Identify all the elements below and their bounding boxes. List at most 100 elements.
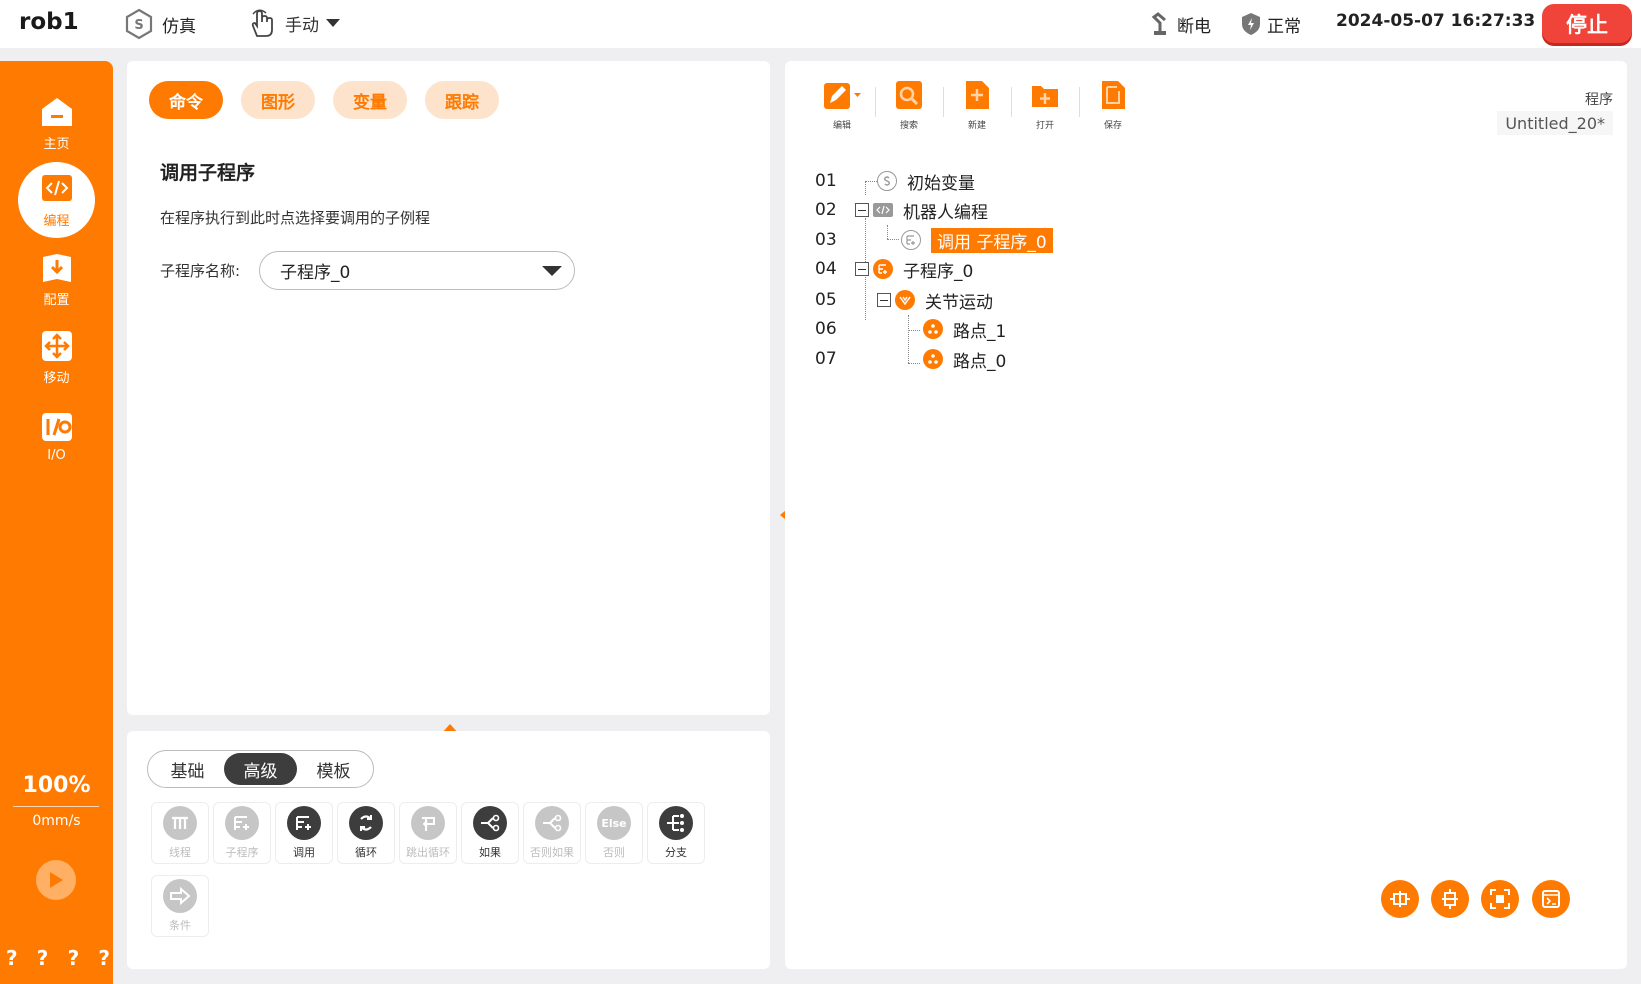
line-number: 07 [815, 349, 837, 369]
else-glyph: Else [601, 816, 627, 830]
fit-view-icon [1490, 889, 1510, 909]
new-file-icon [966, 81, 989, 109]
toolbar-divider [943, 87, 944, 117]
tab-variables[interactable]: 变量 [333, 81, 407, 119]
manual-mode-dropdown[interactable]: 手动 [247, 8, 341, 38]
help-button[interactable]: ? [6, 946, 18, 970]
edit-button[interactable]: 编辑 [812, 79, 872, 135]
sidebar-item-move[interactable]: 移动 [18, 319, 95, 395]
safety-status: 正常 [1241, 11, 1301, 37]
program-line[interactable]: 06 路点_1 [815, 316, 1006, 342]
tool-if[interactable]: 如果 [461, 802, 519, 864]
line-text: 调用 子程序_0 [931, 227, 1053, 253]
program-line-selected[interactable]: 03 调用 子程序_0 [815, 227, 1053, 253]
subprogram-name-label: 子程序名称: [160, 262, 241, 280]
caret-down-icon [542, 266, 562, 276]
help-button[interactable]: ? [37, 946, 49, 970]
tab-trace[interactable]: 跟踪 [425, 81, 499, 119]
sidebar-item-io[interactable]: I/O [18, 398, 95, 474]
sidebar-item-label: 配置 [43, 292, 70, 308]
sidebar-item-label: I/O [47, 447, 66, 463]
sidebar-item-home[interactable]: 主页 [18, 85, 95, 161]
help-button[interactable]: ? [68, 946, 80, 970]
help-button[interactable]: ? [98, 946, 110, 970]
simulation-mode-button[interactable]: S 仿真 [124, 8, 196, 40]
help-row: ? ? ? ? [6, 946, 110, 970]
code-block-icon [873, 203, 893, 217]
hand-icon [251, 9, 273, 37]
program-line[interactable]: 01 初始变量 [815, 168, 975, 194]
thread-icon [163, 806, 197, 840]
line-number: 01 [815, 171, 837, 191]
program-line[interactable]: 04 子程序_0 [815, 256, 973, 282]
save-button[interactable]: 保存 [1083, 79, 1143, 135]
program-name[interactable]: Untitled_20* [1497, 111, 1613, 135]
subprogram-select[interactable]: 子程序_0 [259, 251, 575, 290]
line-number: 05 [815, 290, 837, 310]
call-icon [287, 806, 321, 840]
power-label: 断电 [1177, 16, 1211, 37]
sidebar-item-config[interactable]: 配置 [18, 241, 95, 317]
fit-view-button[interactable] [1481, 880, 1519, 918]
elseif-icon [535, 806, 569, 840]
program-line[interactable]: 05 关节运动 [815, 287, 993, 313]
tab-command[interactable]: 命令 [149, 81, 223, 119]
waypoint-icon [923, 319, 943, 339]
tool-elseif[interactable]: 否则如果 [523, 802, 581, 864]
stop-button[interactable]: 停止 [1542, 4, 1632, 43]
expand-vertical-button[interactable] [1431, 880, 1469, 918]
terminal-button[interactable] [1532, 880, 1570, 918]
subprogram-select-value: 子程序_0 [280, 263, 351, 283]
shield-icon [1242, 13, 1260, 35]
speed-percent[interactable]: 100% [0, 773, 113, 798]
expand-vertical-icon [1442, 889, 1458, 909]
subprogram-icon [225, 806, 259, 840]
sidebar-item-label: 主页 [43, 136, 70, 152]
collapse-toggle-icon[interactable] [855, 262, 869, 276]
tool-condition[interactable]: 条件 [151, 875, 209, 937]
line-text: 子程序_0 [903, 261, 974, 282]
play-button[interactable] [36, 860, 76, 900]
play-icon [50, 872, 63, 888]
tab-graphics[interactable]: 图形 [241, 81, 315, 119]
expand-horizontal-button[interactable] [1381, 880, 1419, 918]
call-icon [901, 230, 921, 250]
tool-thread[interactable]: 线程 [151, 802, 209, 864]
move-icon [41, 330, 72, 361]
speed-divider [13, 806, 99, 807]
power-status: 断电 [1149, 11, 1211, 37]
tool-label: 如果 [479, 846, 501, 859]
loop-icon [349, 806, 383, 840]
folder-icon [1032, 86, 1058, 107]
waypoint-icon [923, 349, 943, 369]
tool-break[interactable]: 跳出循环 [399, 802, 457, 864]
condition-icon [163, 879, 197, 913]
program-line[interactable]: 02 机器人编程 [815, 197, 988, 223]
tool-loop[interactable]: 循环 [337, 802, 395, 864]
command-description: 在程序执行到此时点选择要调用的子例程 [160, 209, 431, 227]
tool-else[interactable]: Else 否则 [585, 802, 643, 864]
tool-call[interactable]: 调用 [275, 802, 333, 864]
sidebar-item-label: 编程 [43, 213, 70, 229]
collapse-toggle-icon[interactable] [877, 293, 891, 307]
chevron-down-icon [326, 19, 340, 27]
segment-template[interactable]: 模板 [297, 753, 370, 785]
toolbar-label: 保存 [1103, 121, 1122, 131]
segment-advanced[interactable]: 高级 [224, 753, 297, 785]
line-number: 04 [815, 259, 837, 279]
speed-value: 0mm/s [32, 813, 81, 829]
expand-horizontal-icon [1390, 891, 1410, 907]
sidebar-item-programming[interactable]: 编程 [18, 162, 95, 238]
tool-subprogram[interactable]: 子程序 [213, 802, 271, 864]
sidebar: 主页 编程 配置 移动 I/O 100% 0mm/s ? ? ? ? [0, 61, 113, 984]
open-button[interactable]: 打开 [1015, 79, 1075, 135]
new-button[interactable]: 新建 [947, 79, 1007, 135]
program-line[interactable]: 07 路点_0 [815, 346, 1006, 372]
command-title: 调用子程序 [160, 162, 256, 184]
segment-basic[interactable]: 基础 [151, 753, 224, 785]
top-bar: rob1 S 仿真 手动 断电 正常 2024-05-07 16:27:33 停… [0, 0, 1641, 48]
tool-switch[interactable]: 分支 [647, 802, 705, 864]
home-icon [41, 97, 72, 126]
search-button[interactable]: 搜索 [879, 79, 939, 135]
collapse-toggle-icon[interactable] [855, 203, 869, 217]
